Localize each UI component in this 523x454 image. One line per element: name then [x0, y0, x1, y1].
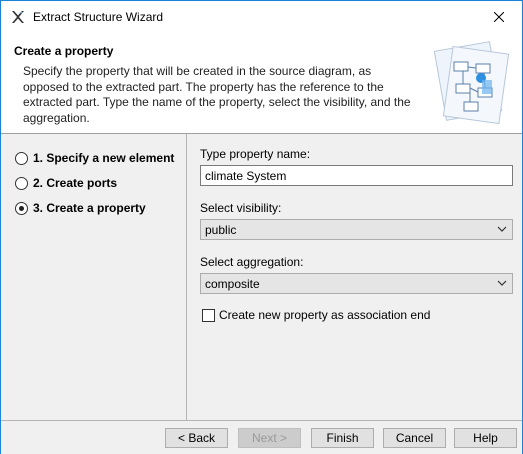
app-icon	[12, 10, 24, 23]
association-end-checkbox[interactable]	[202, 308, 215, 322]
finish-button[interactable]: Finish	[311, 428, 374, 448]
aggregation-select[interactable]: composite	[200, 273, 513, 294]
wizard-diagram-banner-icon	[433, 41, 510, 125]
back-button[interactable]: < Back	[165, 428, 228, 448]
step-specify-element[interactable]: 1. Specify a new element	[15, 150, 174, 166]
wizard-steps-panel: 1. Specify a new element 2. Create ports…	[1, 134, 187, 420]
step-3-radio[interactable]	[15, 201, 28, 215]
close-icon	[494, 11, 504, 22]
aggregation-label: Select aggregation:	[200, 255, 304, 269]
step-3-label: 3. Create a property	[33, 201, 146, 215]
aggregation-value: composite	[205, 277, 260, 291]
button-bar: < Back Next > Finish Cancel Help	[1, 420, 522, 454]
association-end-label: Create new property as association end	[219, 308, 431, 322]
visibility-select[interactable]: public	[200, 219, 513, 240]
help-button[interactable]: Help	[454, 428, 517, 448]
next-button[interactable]: Next >	[238, 428, 301, 448]
property-name-label: Type property name:	[200, 147, 311, 161]
step-create-property[interactable]: 3. Create a property	[15, 200, 146, 216]
step-1-label: 1. Specify a new element	[33, 151, 175, 165]
page-title: Create a property	[14, 44, 114, 58]
property-form: Type property name: climate System Selec…	[188, 134, 522, 420]
association-end-option[interactable]: Create new property as association end	[202, 308, 430, 322]
step-2-label: 2. Create ports	[33, 176, 118, 190]
cancel-button[interactable]: Cancel	[383, 428, 446, 448]
close-button[interactable]	[476, 1, 522, 32]
property-name-input[interactable]: climate System	[200, 165, 513, 186]
wizard-window: Extract Structure Wizard Create a proper…	[0, 0, 523, 454]
visibility-value: public	[205, 223, 237, 237]
step-1-radio[interactable]	[15, 151, 28, 165]
chevron-down-icon	[497, 280, 507, 286]
step-2-radio[interactable]	[15, 176, 28, 190]
step-create-ports[interactable]: 2. Create ports	[15, 175, 117, 191]
wizard-header: Create a property Specify the property t…	[1, 32, 522, 134]
window-title: Extract Structure Wizard	[33, 9, 164, 24]
page-description: Specify the property that will be create…	[23, 64, 411, 125]
visibility-label: Select visibility:	[200, 201, 282, 215]
title-bar: Extract Structure Wizard	[1, 1, 522, 32]
chevron-down-icon	[497, 226, 507, 232]
